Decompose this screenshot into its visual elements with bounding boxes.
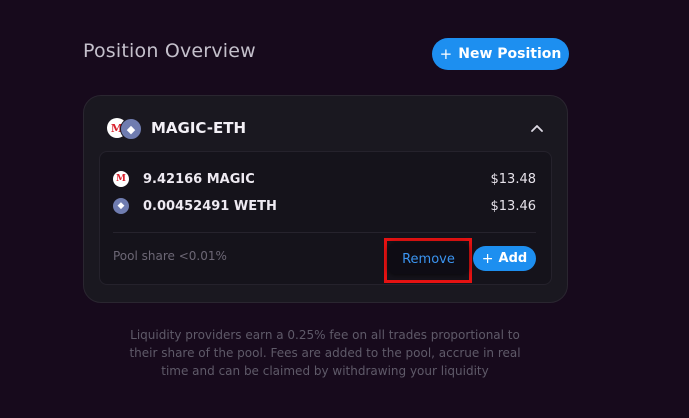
- page-title: Position Overview: [83, 40, 256, 62]
- remove-button[interactable]: Remove: [389, 244, 468, 274]
- token-row-weth: ◆ 0.00452491 WETH $13.46: [113, 196, 536, 216]
- token-value: $13.48: [490, 171, 537, 187]
- new-position-button[interactable]: + New Position: [432, 38, 569, 70]
- plus-icon: +: [439, 45, 453, 63]
- divider: [113, 232, 536, 233]
- pair-name: MAGIC-ETH: [151, 119, 247, 137]
- plus-icon: +: [481, 250, 494, 267]
- token-amount: 0.00452491 WETH: [143, 198, 277, 214]
- add-button[interactable]: + Add: [473, 246, 536, 271]
- position-card-header[interactable]: M ◆ MAGIC-ETH: [84, 96, 567, 152]
- magic-icon: M: [113, 171, 129, 187]
- eth-token-icon: ◆: [120, 118, 142, 140]
- pair-icons: M ◆: [107, 118, 147, 140]
- new-position-label: New Position: [458, 46, 562, 62]
- liquidity-fee-note: Liquidity providers earn a 0.25% fee on …: [129, 328, 521, 378]
- token-amount: 9.42166 MAGIC: [143, 171, 255, 187]
- chevron-up-icon[interactable]: [529, 120, 545, 134]
- pool-share: Pool share <0.01%: [113, 249, 227, 263]
- eth-icon: ◆: [113, 198, 129, 214]
- token-value: $13.46: [490, 198, 537, 214]
- add-label: Add: [498, 251, 528, 266]
- position-card: M ◆ MAGIC-ETH M 9.42166 MAGIC $13.48 ◆ 0…: [83, 95, 568, 303]
- token-row-magic: M 9.42166 MAGIC $13.48: [113, 169, 536, 189]
